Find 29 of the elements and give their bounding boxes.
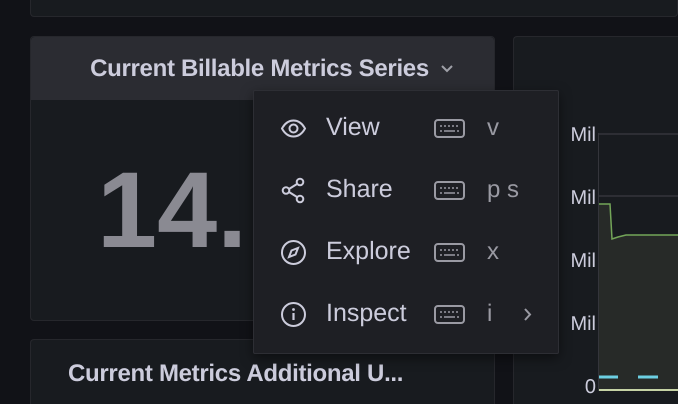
chevron-down-icon xyxy=(438,64,455,74)
menu-item[interactable]: View v xyxy=(254,97,558,159)
compass-icon xyxy=(280,238,307,266)
shortcut-text: x xyxy=(487,237,500,267)
axis-label: Mil xyxy=(570,249,596,273)
info-icon xyxy=(280,300,307,328)
stat-value: 14. xyxy=(97,156,248,264)
axis-label: Mil xyxy=(570,123,596,147)
menu-item-label: Inspect xyxy=(326,298,408,330)
keyboard-icon xyxy=(434,242,465,262)
keyboard-icon xyxy=(434,118,465,138)
axis-label: Mil xyxy=(570,312,596,336)
menu-item[interactable]: Explore x xyxy=(254,221,558,283)
axis-label: Mil xyxy=(570,186,596,210)
axis-label: 0 xyxy=(584,375,596,399)
menu-item-label: View xyxy=(326,112,381,144)
panel-header[interactable]: Current Billable Metrics Series xyxy=(31,37,494,100)
share-icon xyxy=(280,176,307,204)
menu-item-label: Share xyxy=(326,174,394,206)
keyboard-icon xyxy=(434,180,465,200)
shortcut-text: v xyxy=(487,113,500,143)
menu-item-label: Explore xyxy=(326,236,412,268)
panel-title: Current Billable Metrics Series xyxy=(90,54,429,84)
menu-item[interactable]: Share p s xyxy=(254,159,558,221)
panel-title: Current Metrics Additional U... xyxy=(68,359,404,389)
shortcut-text: i xyxy=(487,299,494,329)
shortcut-text: p s xyxy=(487,175,517,205)
keyboard-icon xyxy=(434,304,465,324)
menu-item[interactable]: Inspect i xyxy=(254,283,558,345)
